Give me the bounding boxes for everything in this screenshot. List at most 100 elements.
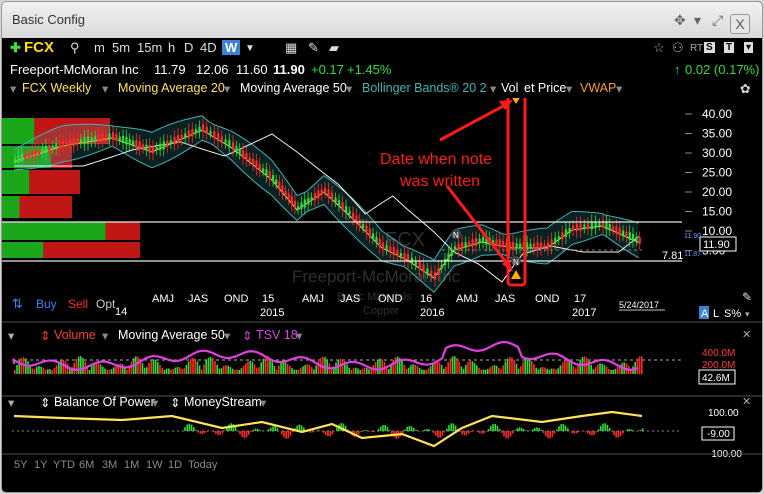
layout-icon[interactable]: ▾ (744, 42, 754, 53)
color-palette-icon[interactable]: ✿ (740, 81, 750, 96)
pane-close-icon[interactable]: ✕ (742, 395, 751, 408)
pencil-icon[interactable]: ✎ (308, 40, 319, 56)
vol-ma50-label[interactable]: Moving Average 50 (118, 328, 225, 342)
volume-bar (579, 359, 581, 374)
volume-bar (97, 362, 100, 374)
pane-dropdown-icon[interactable]: ▾ (260, 395, 266, 410)
pane-close-icon[interactable]: ✕ (742, 328, 751, 341)
period-1y[interactable]: 1Y (34, 459, 47, 471)
interval-m[interactable]: m (94, 40, 105, 55)
period-today[interactable]: Today (188, 459, 217, 471)
pane-sort-icon[interactable]: ⇕ (40, 328, 50, 343)
rt-badge[interactable]: RT (690, 43, 703, 54)
interval-d[interactable]: D (184, 40, 193, 55)
axis-l-button: L (713, 308, 719, 320)
volume-bar (513, 359, 515, 374)
tsv-label[interactable]: TSV 18 (256, 328, 298, 342)
volume-bar (526, 357, 529, 374)
candle (138, 141, 141, 150)
price-chart[interactable]: FCX Freeport-McMoran Inc Basic Materials… (2, 98, 762, 468)
interval-dropdown-icon[interactable]: ▼ (245, 43, 255, 54)
candle (594, 221, 597, 229)
interval-15m[interactable]: 15m (137, 40, 162, 55)
legend-collapse-icon[interactable]: ▾ (10, 81, 16, 96)
t-badge[interactable]: T (724, 42, 735, 53)
company-name: Freeport-McMoran Inc (10, 62, 139, 77)
period-ytd[interactable]: YTD (53, 459, 75, 471)
pane-sort-icon[interactable]: ⇕ (242, 328, 252, 343)
legend-fcx-weekly[interactable]: FCX Weekly (22, 81, 91, 95)
favorite-icon[interactable]: ☆ (653, 40, 665, 56)
volume-bar (31, 368, 34, 374)
share-icon[interactable]: ⚇ (672, 40, 684, 56)
volume-bar (275, 369, 278, 374)
legend-dropdown-icon[interactable]: ▾ (490, 81, 496, 96)
legend-dropdown-icon[interactable]: ▾ (346, 81, 352, 96)
time-tick-label: 15 (262, 293, 274, 305)
legend-dropdown-icon[interactable]: ▾ (102, 81, 108, 96)
pane-dropdown-icon[interactable]: ▾ (224, 328, 230, 343)
volume-bar (183, 368, 185, 374)
candle (275, 179, 278, 184)
candle (543, 244, 546, 248)
volume-bar (511, 357, 513, 374)
window-options-icon[interactable]: ▾ (694, 12, 701, 29)
legend-ma20[interactable]: Moving Average 20 (118, 81, 225, 95)
legend-dropdown-icon[interactable]: ▾ (616, 81, 622, 96)
volume-label[interactable]: Volume (54, 328, 96, 342)
legend-bollinger[interactable]: Bollinger Bands® 20 2 (362, 81, 487, 95)
bop-bar (250, 431, 252, 433)
legend-price-fragment[interactable]: et Price (524, 81, 566, 95)
pane-dropdown-icon[interactable]: ▾ (102, 328, 108, 343)
volume-bar (381, 359, 383, 374)
calculator-icon[interactable]: ▦ (285, 40, 297, 56)
bop-label[interactable]: Balance Of Power (54, 395, 155, 409)
symbol-field[interactable]: FCX (24, 39, 54, 56)
period-6m[interactable]: 6M (79, 459, 94, 471)
link-icon[interactable]: ⚲ (70, 40, 80, 56)
volume-bar (559, 365, 562, 374)
bop-bar (237, 430, 239, 431)
s-badge[interactable]: S (704, 42, 715, 53)
volume-bar (80, 356, 82, 374)
pane-sort-icon[interactable]: ⇕ (40, 395, 50, 410)
interval-4d[interactable]: 4D (200, 40, 217, 55)
legend-ma50[interactable]: Moving Average 50 (240, 81, 347, 95)
pane-collapse-icon[interactable]: ▾ (8, 395, 14, 410)
maximize-icon[interactable]: ⤢ (712, 12, 723, 29)
legend-vol-fragment[interactable]: Vol (501, 81, 518, 95)
moneystream-label[interactable]: MoneyStream (184, 395, 262, 409)
candle (255, 160, 258, 169)
candle (242, 150, 245, 158)
bop-bar (558, 426, 560, 431)
period-5y[interactable]: 5Y (14, 459, 27, 471)
move-icon[interactable]: ✥ (674, 12, 686, 29)
period-3m[interactable]: 3M (102, 459, 117, 471)
chat-icon[interactable]: ▰ (329, 40, 339, 56)
volume-bar (416, 366, 419, 374)
pane-dropdown-icon[interactable]: ▾ (296, 328, 302, 343)
legend-dropdown-icon[interactable]: ▾ (224, 81, 230, 96)
bop-bar (589, 431, 591, 435)
period-1m[interactable]: 1M (124, 459, 139, 471)
interval-5m[interactable]: 5m (112, 40, 130, 55)
candle (590, 221, 593, 230)
candle (327, 189, 330, 198)
pane-collapse-icon[interactable]: ▾ (8, 328, 14, 343)
volume-bar (500, 369, 502, 374)
add-icon[interactable]: ✚ (10, 40, 21, 56)
volume-bar (58, 362, 60, 374)
legend-vwap[interactable]: VWAP (580, 81, 616, 95)
period-1d[interactable]: 1D (168, 459, 182, 471)
legend-dropdown-icon[interactable]: ▾ (566, 81, 572, 96)
pane-sort-icon[interactable]: ⇕ (170, 395, 180, 410)
interval-w[interactable]: W (222, 40, 241, 55)
period-1w[interactable]: 1W (146, 459, 163, 471)
volume-bar (324, 357, 326, 374)
volume-bar (220, 368, 223, 374)
bop-bar (514, 430, 516, 431)
time-tick-label: 16 (420, 293, 432, 305)
pane-dropdown-icon[interactable]: ▾ (152, 395, 158, 410)
interval-h[interactable]: h (168, 40, 175, 55)
close-button[interactable]: X (730, 14, 750, 34)
